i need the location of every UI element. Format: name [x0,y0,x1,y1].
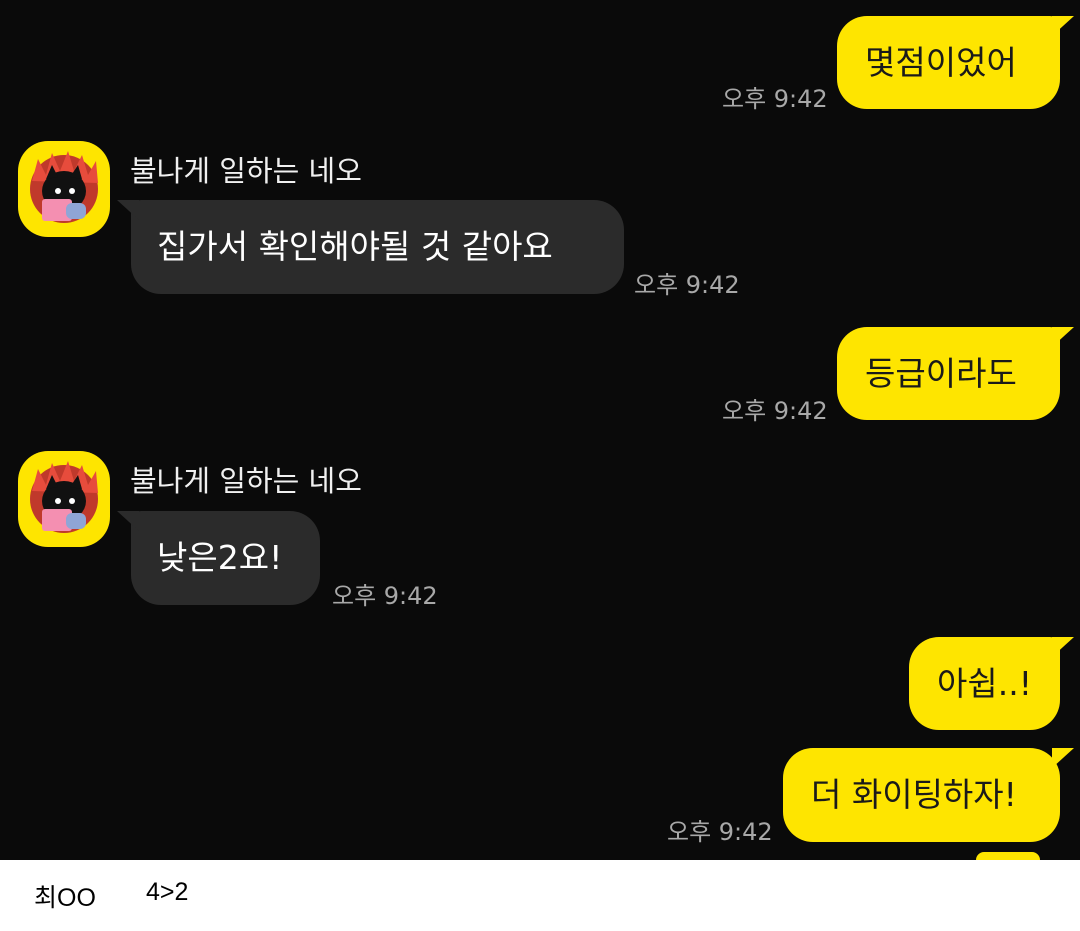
message-timestamp: 오후 9:42 [634,271,740,299]
message-timestamp: 오후 9:42 [332,582,438,610]
message-text: 아쉽..! [937,664,1032,703]
sender-name: 불나게 일하는 네오 [130,464,362,498]
chat-area[interactable]: 몇점이었어 오후 9:42 불나게 일하는 네오 집가서 확인해야될 것 같아요… [0,0,1080,860]
message-text: 등급이라도 [865,354,1017,393]
message-timestamp: 오후 9:42 [667,818,773,846]
message-timestamp: 오후 9:42 [722,85,828,113]
message-text: 더 화이팅하자! [811,775,1017,814]
message-text: 낮은2요! [157,538,283,577]
sender-name: 불나게 일하는 네오 [130,154,362,188]
avatar[interactable] [18,451,110,547]
message-text: 집가서 확인해야될 것 같아요 [157,227,553,266]
caption-name: 최OO [34,884,96,912]
sent-message-bubble[interactable]: 더 화이팅하자! [783,748,1074,842]
caption-grade: 4>2 [146,878,189,906]
next-message-peek [976,852,1040,860]
message-text: 몇점이었어 [865,43,1017,82]
received-message-bubble[interactable]: 집가서 확인해야될 것 같아요 [117,200,624,294]
sent-message-bubble[interactable]: 등급이라도 [837,327,1074,420]
received-message-bubble[interactable]: 낮은2요! [117,511,320,605]
neo-character-icon [30,461,98,533]
neo-character-icon [30,151,98,223]
caption-bar: 최OO 4>2 [0,860,1080,931]
message-timestamp: 오후 9:42 [722,397,828,425]
avatar[interactable] [18,141,110,237]
sent-message-bubble[interactable]: 아쉽..! [909,637,1074,730]
sent-message-bubble[interactable]: 몇점이었어 [837,16,1074,109]
